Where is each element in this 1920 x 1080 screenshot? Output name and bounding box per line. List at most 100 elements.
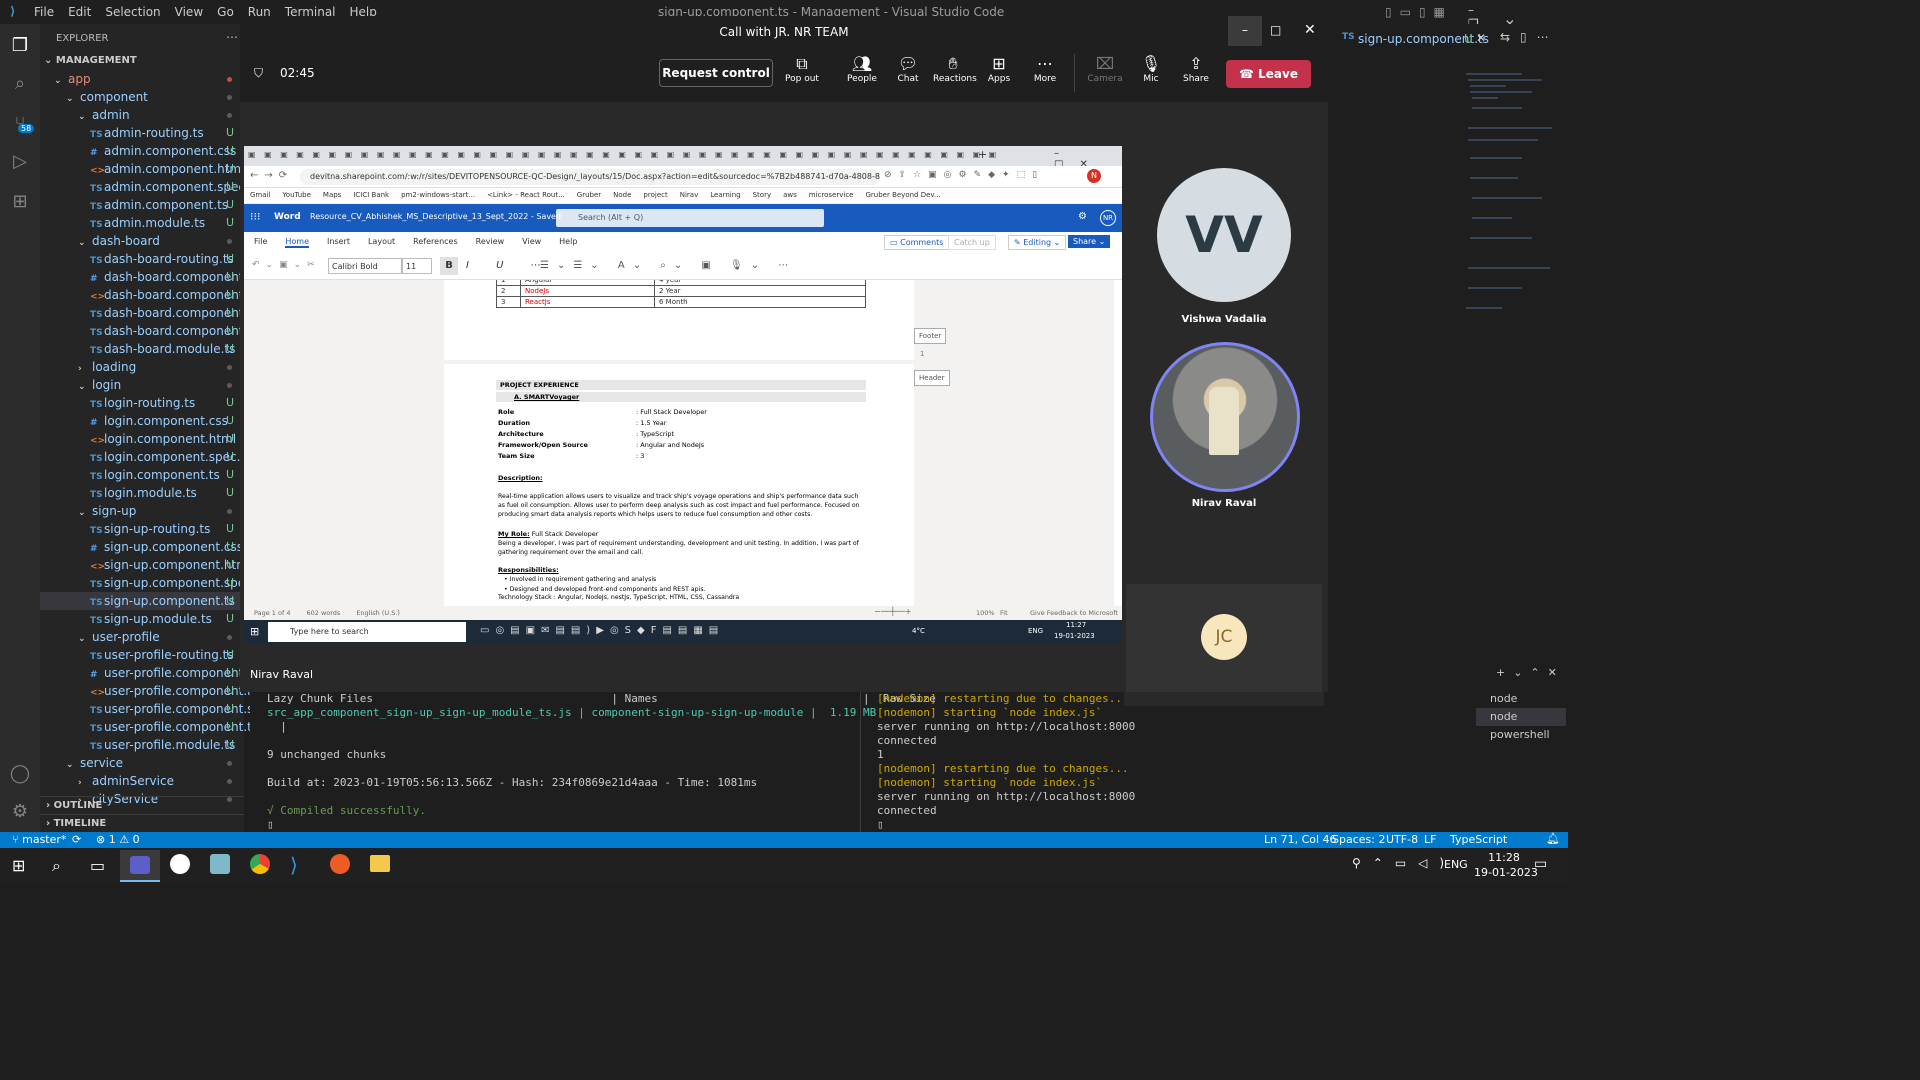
terminal-shell-tab[interactable]: node xyxy=(1476,690,1566,708)
layout-controls[interactable]: ▯▭▯▦ xyxy=(1385,5,1453,19)
paragraph-buttons[interactable]: ☰⌄☰⌄ A⌄ ⌕⌄ ▣ 🎙︎⌄ ⋯ xyxy=(540,260,796,271)
menu-selection[interactable]: Selection xyxy=(105,5,160,19)
document-name[interactable]: Resource_CV_Abhishek_MS_Descriptive_13_S… xyxy=(310,212,561,221)
bookmark-item[interactable]: Nirav xyxy=(680,191,699,199)
file-item[interactable]: # dash-board.component.css U xyxy=(40,268,266,286)
fit-button[interactable]: Fit xyxy=(1000,609,1008,617)
terminal-actions[interactable]: +⌄⌃✕ xyxy=(1496,666,1565,679)
file-item[interactable]: # login.component.css U xyxy=(40,412,240,430)
file-item[interactable]: TSlogin.component.spec.ts U xyxy=(40,448,251,466)
folder-item[interactable]: ⌄ login xyxy=(40,376,240,394)
start-icon[interactable]: ⊞ xyxy=(12,856,25,875)
settings-icon[interactable]: ⚙ xyxy=(1078,211,1087,222)
share-button[interactable]: ⇪ Share xyxy=(1176,54,1216,84)
ribbon-tab-insert[interactable]: Insert xyxy=(327,237,350,246)
menu-file[interactable]: File xyxy=(34,5,54,19)
taskbar-date[interactable]: 19-01-2023 xyxy=(1474,866,1538,879)
app-launcher-icon[interactable]: ⁝⁝⁝ xyxy=(250,210,261,223)
bookmark-item[interactable]: Gmail xyxy=(250,191,270,199)
chrome-icon[interactable] xyxy=(250,854,270,874)
folder-item[interactable]: › loading xyxy=(40,358,240,376)
search-icon[interactable]: ⌕ xyxy=(8,72,32,96)
eol[interactable]: LF xyxy=(1424,833,1436,846)
notepad-icon[interactable] xyxy=(210,854,230,874)
bookmark-item[interactable]: Node xyxy=(613,191,631,199)
maximize-button[interactable]: □ xyxy=(1270,23,1281,37)
participant-avatar-vv[interactable]: VV xyxy=(1157,168,1291,302)
folder-item[interactable]: › adminService xyxy=(40,772,240,790)
file-item[interactable]: TSlogin.module.ts U xyxy=(40,484,240,502)
taskbar-time[interactable]: 11:28 xyxy=(1484,851,1524,864)
language-mode[interactable]: TypeScript xyxy=(1450,833,1507,846)
file-item[interactable]: TSdash-board-routing.ts U xyxy=(40,250,240,268)
menu-view[interactable]: View xyxy=(175,5,203,19)
remote-lang[interactable]: ENG xyxy=(1028,627,1043,635)
remote-weather[interactable]: 4°C xyxy=(912,627,925,635)
ribbon-tab-home[interactable]: Home xyxy=(285,237,310,248)
popout-button[interactable]: ⧉ Pop out xyxy=(782,54,822,84)
ribbon-tab-review[interactable]: Review xyxy=(476,237,505,246)
bookmark-item[interactable]: Story xyxy=(753,191,772,199)
editing-button[interactable]: ✎ Editing ⌄ xyxy=(1008,235,1067,250)
account-icon[interactable]: ◯ xyxy=(8,762,32,786)
folder-item[interactable]: ⌄ user-profile xyxy=(40,628,240,646)
bold-button[interactable]: B xyxy=(440,257,458,275)
file-item[interactable]: TSuser-profile-routing.ts U xyxy=(40,646,240,664)
chat-button[interactable]: 💬︎ Chat xyxy=(888,54,928,84)
nav-buttons[interactable]: ←→⟳ xyxy=(250,170,293,181)
bookmark-item[interactable]: Maps xyxy=(323,191,341,199)
people-button[interactable]: 👥︎ People xyxy=(842,54,882,84)
file-item[interactable]: TSadmin.module.ts U xyxy=(40,214,240,232)
ribbon-tab-layout[interactable]: Layout xyxy=(368,237,395,246)
bookmark-item[interactable]: aws xyxy=(783,191,797,199)
apps-button[interactable]: ⊞ Apps xyxy=(979,54,1019,84)
footer-label[interactable]: Footer xyxy=(914,328,947,344)
remote-taskbar-apps[interactable]: ▭◎▤▣✉▤▤⟩▶◎S◆F▤▤▦▤ xyxy=(480,625,724,636)
file-item[interactable]: TSlogin-routing.ts U xyxy=(40,394,240,412)
project-root[interactable]: ⌄ MANAGEMENT xyxy=(44,55,137,66)
undo-paste-icons[interactable]: ↶⌄▣⌄✂ xyxy=(252,260,321,270)
terminal-shell-tab[interactable]: node xyxy=(1476,708,1566,726)
folder-item[interactable]: ⌄ admin xyxy=(40,106,240,124)
bookmark-item[interactable]: Learning xyxy=(710,191,740,199)
address-bar[interactable]: devitna.sharepoint.com/:w:/r/sites/DEVIT… xyxy=(300,169,880,185)
terminal-split-divider[interactable] xyxy=(860,690,861,832)
teams-taskbar-icon[interactable] xyxy=(120,850,160,882)
file-explorer-icon[interactable] xyxy=(370,855,390,872)
bookmark-item[interactable]: microservice xyxy=(809,191,854,199)
bookmark-item[interactable]: ICICI Bank xyxy=(353,191,389,199)
ribbon-tab-references[interactable]: References xyxy=(413,237,457,246)
request-control-button[interactable]: Request control xyxy=(659,59,773,87)
file-item[interactable]: TSsign-up.component.ts U xyxy=(40,592,240,610)
problems-count[interactable]: ⊗ 1 ⚠ 0 xyxy=(96,833,140,846)
taskbar-lang[interactable]: ENG xyxy=(1444,858,1468,871)
header-label[interactable]: Header xyxy=(914,370,950,386)
file-item[interactable]: # user-profile.component.css U xyxy=(40,664,266,682)
more-actions-icon[interactable]: ⋯ xyxy=(226,30,238,44)
encoding[interactable]: UTF-8 xyxy=(1386,833,1418,846)
file-item[interactable]: TSdash-board.module.ts U xyxy=(40,340,240,358)
branch-indicator[interactable]: ⑂ master* xyxy=(12,833,66,846)
file-item[interactable]: # admin.component.css U xyxy=(40,142,240,160)
file-item[interactable]: TSsign-up.component.spec.ts U xyxy=(40,574,267,592)
ribbon-tab-view[interactable]: View xyxy=(522,237,541,246)
indentation[interactable]: Spaces: 2 xyxy=(1332,833,1385,846)
minimap[interactable] xyxy=(1462,68,1558,318)
tab-close-icon[interactable]: ✕ xyxy=(1476,31,1486,45)
close-button[interactable]: ✕ xyxy=(1304,22,1316,38)
bookmark-item[interactable]: pm2-windows-start... xyxy=(401,191,475,199)
new-tab-button[interactable]: + xyxy=(978,148,987,161)
folder-item[interactable]: ⌄ sign-up xyxy=(40,502,240,520)
file-item[interactable]: TSuser-profile.module.ts U xyxy=(40,736,240,754)
file-item[interactable]: <>sign-up.component.html U xyxy=(40,556,251,574)
participant-video-nirav[interactable] xyxy=(1150,342,1300,492)
mic-button[interactable]: 🎙︎ Mic xyxy=(1131,54,1171,84)
system-tray-icons[interactable]: ⚲⌃▭◁) xyxy=(1352,856,1456,870)
outline-section[interactable]: › OUTLINE xyxy=(40,796,244,814)
folder-item[interactable]: ⌄ app xyxy=(40,70,240,88)
extensions-icon[interactable]: ⊞ xyxy=(8,190,32,214)
zoom-slider[interactable]: −──┼──+ xyxy=(874,607,912,616)
sync-icon[interactable]: ⟳ xyxy=(72,833,81,846)
file-item[interactable]: TSdash-board.component.s... U xyxy=(40,304,265,322)
bookmark-item[interactable]: project xyxy=(643,191,667,199)
